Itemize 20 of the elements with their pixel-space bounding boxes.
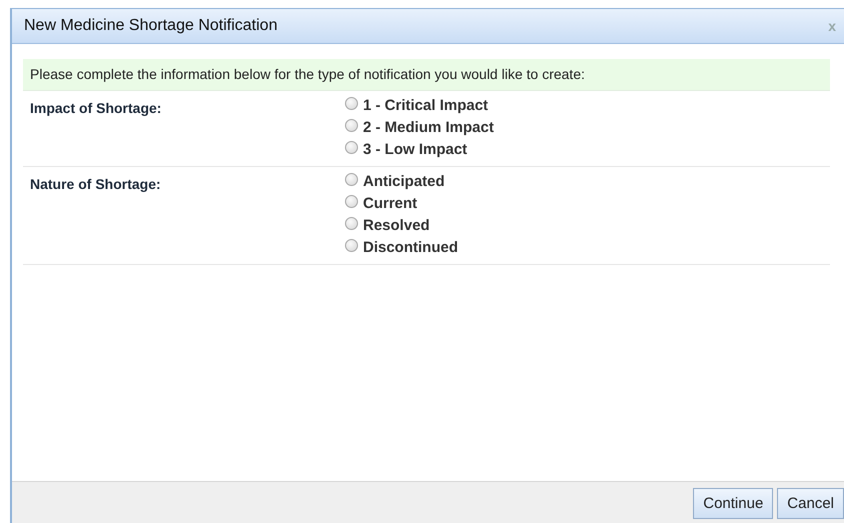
option-label[interactable]: Resolved — [363, 217, 430, 234]
option-label[interactable]: Current — [363, 195, 418, 212]
option-label[interactable]: 3 - Low Impact — [363, 141, 468, 158]
radio-button[interactable] — [345, 217, 358, 230]
cancel-button[interactable]: Cancel — [777, 488, 844, 518]
radio-button[interactable] — [345, 119, 358, 132]
option-label[interactable]: 1 - Critical Impact — [363, 97, 488, 114]
radio-button[interactable] — [345, 97, 358, 110]
option-label[interactable]: Discontinued — [363, 239, 458, 256]
radio-button[interactable] — [345, 141, 358, 154]
window-title: New Medicine Shortage Notification — [24, 17, 278, 35]
radio-button[interactable] — [345, 195, 358, 208]
continue-button[interactable]: Continue — [693, 488, 774, 518]
option-label[interactable]: Anticipated — [363, 173, 445, 190]
field-label: Nature of Shortage: — [30, 175, 162, 192]
radio-button[interactable] — [345, 239, 358, 252]
option-label[interactable]: 2 - Medium Impact — [363, 119, 494, 136]
radio-button[interactable] — [345, 173, 358, 186]
instruction-banner: Please complete the information below for the type of notification you would like to create: — [23, 59, 830, 91]
field-label: Impact of Shortage: — [30, 99, 162, 116]
